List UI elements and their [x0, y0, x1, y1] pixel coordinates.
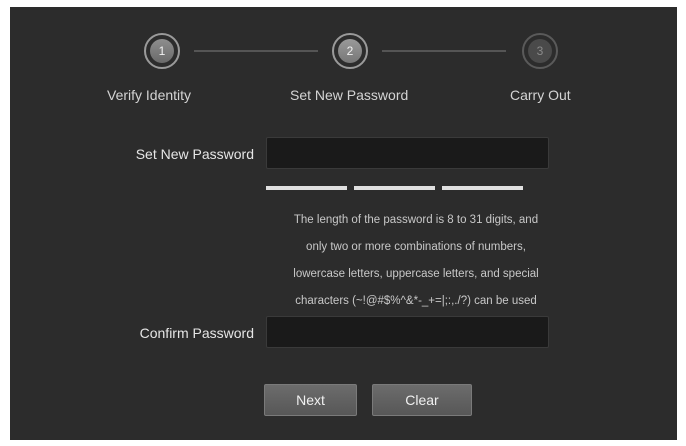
hint-line: only two or more combinations of numbers…: [306, 241, 526, 253]
step-2-number: 2: [338, 39, 362, 63]
step-3-label: Carry Out: [510, 87, 571, 103]
password-rules-hint: The length of the password is 8 to 31 di…: [266, 207, 566, 315]
step-connector-2-3: [382, 50, 506, 52]
strength-segment-3: [442, 186, 523, 190]
step-3-number: 3: [528, 39, 552, 63]
step-1-number: 1: [150, 39, 174, 63]
clear-button[interactable]: Clear: [372, 384, 472, 416]
hint-line: The length of the password is 8 to 31 di…: [293, 214, 539, 226]
step-2-label: Set New Password: [290, 87, 409, 103]
hint-line: lowercase letters, uppercase letters, an…: [293, 268, 539, 280]
new-password-label: Set New Password: [135, 146, 254, 162]
step-connector-1-2: [194, 50, 318, 52]
step-1-label: Verify Identity: [107, 87, 192, 103]
hint-line: characters (~!@#$%^&*-_+=|;:,./?) can be…: [295, 295, 537, 307]
new-password-input[interactable]: [266, 137, 549, 169]
confirm-password-label: Confirm Password: [139, 325, 254, 341]
strength-segment-1: [266, 186, 347, 190]
strength-segment-2: [354, 186, 435, 190]
password-reset-panel: 1 2 3 Verify Identity Set New Password C…: [10, 7, 677, 440]
next-button-label: Next: [296, 392, 325, 408]
step-2-circle: 2: [332, 33, 368, 69]
clear-button-label: Clear: [405, 392, 439, 408]
step-1-circle: 1: [144, 33, 180, 69]
step-3-circle: 3: [522, 33, 558, 69]
confirm-password-input[interactable]: [266, 316, 549, 348]
next-button[interactable]: Next: [264, 384, 357, 416]
